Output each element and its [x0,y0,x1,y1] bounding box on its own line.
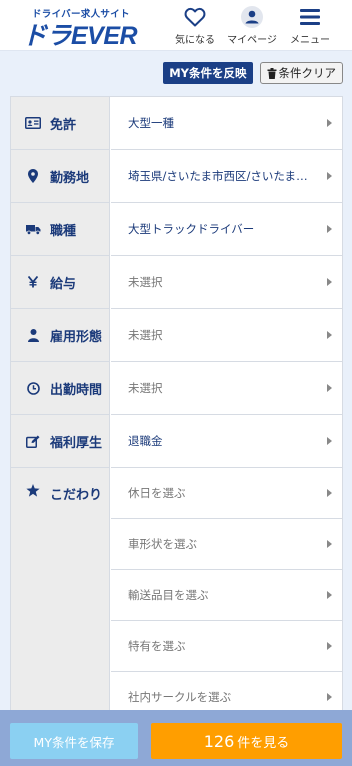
edit-icon [24,435,42,448]
clear-conditions-button[interactable]: 条件クリア [259,62,343,84]
clock-icon [24,381,42,395]
logo-text: ドラEVER [22,22,138,50]
criteria-work-hours-label: 出勤時間 [50,382,103,398]
bottom-action-bar: MY条件を保存 126 件を見る [0,710,352,766]
benefits-select[interactable]: 退職金 [111,415,342,468]
criteria-labels-column: 免許 勤務地 職種 給与 雇用形態 出勤時間 福利厚生 こだわり [11,97,110,720]
site-logo[interactable]: ドライバー求人サイト ドラEVER [22,6,138,50]
star-icon [24,484,42,497]
criteria-license-label: 免許 [50,117,77,133]
license-value: 大型一種 [128,116,174,130]
chevron-right-icon [327,591,332,599]
menu-nav-label: メニュー [290,35,330,46]
user-icon [222,5,282,29]
cargo-value: 輸送品目を選ぶ [128,588,209,602]
truck-icon [24,224,42,235]
chevron-right-icon [327,331,332,339]
work-hours-value: 未選択 [128,381,163,395]
favorites-nav-label: 気になる [175,35,215,46]
chevron-right-icon [327,437,332,445]
mypage-nav-button[interactable]: マイページ [222,5,282,46]
employment-select[interactable]: 未選択 [111,309,342,362]
result-count-suffix: 件を見る [237,735,290,751]
menu-nav-button[interactable]: メニュー [280,5,340,46]
criteria-preferences-label: こだわり [50,488,103,503]
criteria-location: 勤務地 [11,150,110,203]
chevron-right-icon [327,642,332,650]
chevron-right-icon [327,172,332,180]
criteria-location-label: 勤務地 [50,170,90,186]
chevron-right-icon [327,693,332,701]
id-card-icon [24,117,42,129]
location-value: 埼玉県/さいたま市西区/さいたま市北区/さいたま市大宮区 [128,169,308,183]
special-value: 特有を選ぶ [128,639,186,653]
view-results-button[interactable]: 126 件を見る [151,723,342,759]
benefits-value: 退職金 [128,434,163,448]
criteria-values-column: 大型一種 埼玉県/さいたま市西区/さいたま市北区/さいたま市大宮区 大型トラック… [111,97,342,720]
holiday-value: 休日を選ぶ [128,486,186,500]
criteria-salary-label: 給与 [50,276,77,292]
apply-my-conditions-button[interactable]: MY条件を反映 [163,62,253,84]
chevron-right-icon [327,384,332,392]
criteria-salary: 給与 [11,256,110,309]
mypage-nav-label: マイページ [227,35,277,46]
criteria-work-hours: 出勤時間 [11,362,110,415]
chevron-right-icon [327,119,332,127]
chevron-right-icon [327,225,332,233]
job-type-select[interactable]: 大型トラックドライバー [111,203,342,256]
criteria-employment-label: 雇用形態 [50,329,103,345]
hamburger-icon [280,5,340,29]
work-hours-select[interactable]: 未選択 [111,362,342,415]
salary-value: 未選択 [128,275,163,289]
vehicle-shape-value: 車形状を選ぶ [128,537,197,551]
trash-icon [267,67,276,79]
criteria-preferences: こだわり [11,468,110,720]
criteria-job-type-label: 職種 [50,223,77,239]
heart-icon [165,5,225,29]
map-pin-icon [24,169,42,183]
special-select[interactable]: 特有を選ぶ [111,621,342,672]
criteria-license: 免許 [11,97,110,150]
chevron-right-icon [327,540,332,548]
employment-value: 未選択 [128,328,163,342]
favorites-nav-button[interactable]: 気になる [165,5,225,46]
person-icon [24,328,42,342]
clear-conditions-label: 条件クリア [278,66,337,80]
site-header: ドライバー求人サイト ドラEVER 気になる マイページ メニュー [0,0,352,51]
holiday-select[interactable]: 休日を選ぶ [111,468,342,519]
location-select[interactable]: 埼玉県/さいたま市西区/さいたま市北区/さいたま市大宮区 [111,150,342,203]
license-select[interactable]: 大型一種 [111,97,342,150]
job-type-value: 大型トラックドライバー [128,222,255,236]
salary-select[interactable]: 未選択 [111,256,342,309]
cargo-select[interactable]: 輸送品目を選ぶ [111,570,342,621]
criteria-employment: 雇用形態 [11,309,110,362]
save-my-conditions-button[interactable]: MY条件を保存 [10,723,138,759]
vehicle-shape-select[interactable]: 車形状を選ぶ [111,519,342,570]
criteria-benefits: 福利厚生 [11,415,110,468]
circle-value: 社内サークルを選ぶ [128,690,232,704]
criteria-benefits-label: 福利厚生 [50,435,103,451]
chevron-right-icon [327,489,332,497]
condition-actions: MY条件を反映 条件クリア [163,62,343,84]
yen-icon [24,276,42,288]
chevron-right-icon [327,278,332,286]
search-criteria-panel: 免許 勤務地 職種 給与 雇用形態 出勤時間 福利厚生 こだわり 大型一種 埼玉… [10,96,343,721]
criteria-job-type: 職種 [11,203,110,256]
result-count: 126 [203,731,235,751]
